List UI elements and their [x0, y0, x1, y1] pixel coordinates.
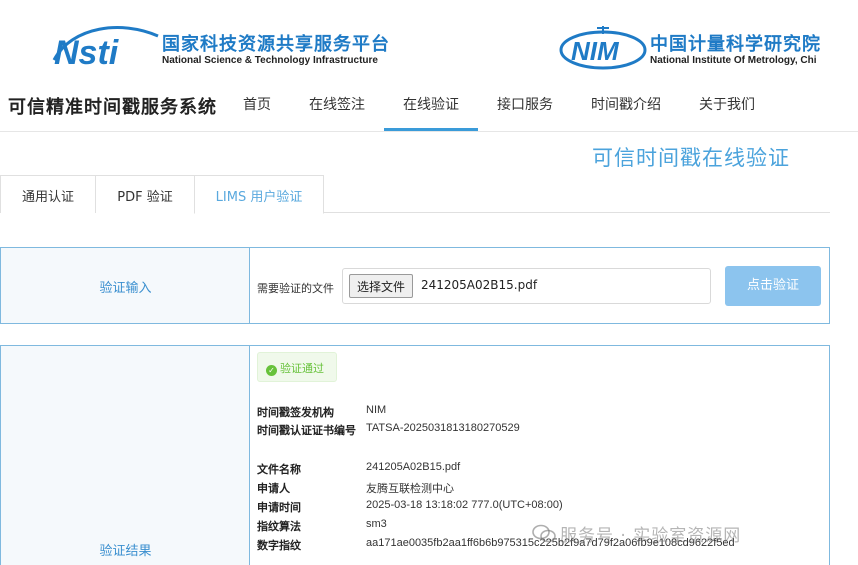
verify-tabs: 通用认证 PDF 验证 LIMS 用户验证: [0, 175, 830, 214]
verify-button[interactable]: 点击验证: [725, 266, 821, 306]
watermark: 服务号 · 实验室资源网: [532, 521, 741, 546]
nav-item-online-sign[interactable]: 在线签注: [309, 94, 365, 114]
tab-general-auth[interactable]: 通用认证: [0, 175, 96, 213]
system-title: 可信精准时间戳服务系统: [8, 97, 217, 118]
nav-item-timestamp-intro[interactable]: 时间戳介绍: [591, 94, 661, 114]
applicant-value: 友腾互联检测中心: [366, 482, 454, 495]
main-nav: 可信精准时间戳服务系统 首页 在线签注 在线验证 接口服务 时间戳介绍 关于我们: [0, 80, 858, 132]
hash-algorithm-label: 指纹算法: [257, 520, 301, 533]
file-input[interactable]: 选择文件 241205A02B15.pdf: [342, 268, 711, 304]
file-name-value: 241205A02B15.pdf: [366, 461, 461, 473]
input-section-label: 验证输入: [99, 281, 152, 296]
watermark-text: 服务号 · 实验室资源网: [560, 526, 742, 546]
nim-name-cn: 中国计量科学研究院: [650, 34, 821, 55]
apply-time-label: 申请时间: [257, 501, 301, 514]
nav-item-api-service[interactable]: 接口服务: [497, 94, 553, 114]
logo-header: Nsti 国家科技资源共享服务平台 National Science & Tec…: [0, 0, 858, 78]
tab-lims-verify[interactable]: LIMS 用户验证: [194, 175, 324, 214]
input-label-cell: 验证输入: [1, 248, 250, 323]
nsti-name-en: National Science & Technology Infrastruc…: [162, 55, 378, 66]
check-circle-icon: ✓: [266, 365, 277, 376]
status-badge: ✓ 验证通过: [257, 352, 337, 382]
choose-file-button[interactable]: 选择文件: [349, 274, 414, 298]
wechat-icon: [532, 524, 556, 543]
verify-input-panel: 验证输入 需要验证的文件 选择文件 241205A02B15.pdf 点击验证: [0, 247, 830, 324]
nsti-logo: Nsti: [52, 26, 159, 70]
nim-name-en: National Institute Of Metrology, Chi: [650, 55, 817, 66]
cert-number-value: TATSA-2025031813180270529: [366, 422, 520, 434]
status-text: 验证通过: [280, 362, 324, 375]
hash-algorithm-value: sm3: [366, 518, 387, 530]
nim-logo: NIM: [559, 26, 647, 70]
apply-time-value: 2025-03-18 13:18:02 777.0(UTC+08:00): [366, 499, 563, 511]
tab-pdf-verify[interactable]: PDF 验证: [95, 175, 195, 213]
issuer-label: 时间戳签发机构: [257, 406, 334, 419]
cert-number-label: 时间戳认证证书编号: [257, 424, 356, 437]
file-name-label: 文件名称: [257, 463, 301, 476]
nav-item-about-us[interactable]: 关于我们: [699, 94, 755, 114]
digest-label: 数字指纹: [257, 539, 301, 552]
nim-logo-text: NIM: [571, 36, 620, 66]
nav-item-home[interactable]: 首页: [243, 94, 271, 114]
result-section-label: 验证结果: [99, 544, 152, 559]
page-title: 可信时间戳在线验证: [592, 146, 790, 170]
nsti-name-cn: 国家科技资源共享服务平台: [162, 34, 390, 55]
result-label-cell: 验证结果: [1, 346, 250, 565]
issuer-value: NIM: [366, 404, 387, 416]
applicant-label: 申请人: [257, 482, 290, 495]
nsti-logo-text: Nsti: [54, 34, 120, 70]
selected-file-name: 241205A02B15.pdf: [421, 278, 538, 292]
nav-item-online-verify[interactable]: 在线验证: [403, 94, 459, 114]
nav-active-indicator: [384, 128, 478, 131]
file-field-label: 需要验证的文件: [257, 282, 334, 295]
